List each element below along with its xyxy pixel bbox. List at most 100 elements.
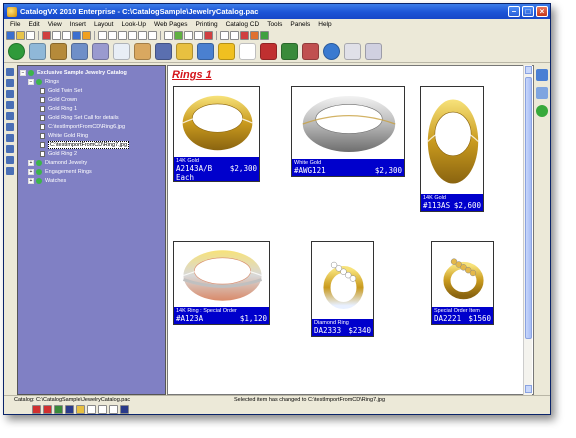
tree-item[interactable]: C:\testImportFromCD\Ring6.jpg bbox=[18, 122, 165, 131]
small-tool-icon[interactable] bbox=[220, 31, 229, 40]
minimize-button[interactable]: – bbox=[508, 6, 520, 17]
menu-item-tools[interactable]: Tools bbox=[263, 21, 286, 28]
menu-item-web-pages[interactable]: Web Pages bbox=[150, 21, 191, 28]
product-card[interactable]: White Gold #AWG121 $2,300 bbox=[291, 86, 405, 177]
home-icon[interactable] bbox=[8, 43, 25, 60]
layout-icon[interactable] bbox=[536, 87, 548, 99]
tree-item[interactable]: − Rings bbox=[18, 77, 165, 86]
scroll-thumb[interactable] bbox=[525, 77, 532, 339]
tree-item[interactable]: Gold Ring 1 bbox=[18, 104, 165, 113]
bottom-tool-icon[interactable] bbox=[43, 405, 52, 414]
small-tool-icon[interactable] bbox=[82, 31, 91, 40]
side-tool-icon[interactable] bbox=[6, 145, 14, 153]
tools-icon[interactable] bbox=[50, 43, 67, 60]
bottom-tool-icon[interactable] bbox=[32, 405, 41, 414]
small-tool-icon[interactable] bbox=[138, 31, 147, 40]
small-tool-icon[interactable] bbox=[260, 31, 269, 40]
catalog-book-icon[interactable] bbox=[29, 43, 46, 60]
tree-item[interactable]: Gold Ring Set Call for details bbox=[18, 113, 165, 122]
side-tool-icon[interactable] bbox=[6, 101, 14, 109]
bottom-tool-icon[interactable] bbox=[120, 405, 129, 414]
menu-item-panels[interactable]: Panels bbox=[286, 21, 314, 28]
bottom-tool-icon[interactable] bbox=[65, 405, 74, 414]
menu-item-view[interactable]: View bbox=[44, 21, 66, 28]
menu-item-catalog-cd[interactable]: Catalog CD bbox=[222, 21, 264, 28]
tree-item[interactable]: Gold Ring 2 bbox=[18, 149, 165, 158]
tree-root[interactable]: − Exclusive Sample Jewelry Catalog bbox=[18, 68, 165, 77]
web-icon[interactable] bbox=[323, 43, 340, 60]
product-card[interactable]: Diamond Ring DA2333 $2340 bbox=[311, 241, 374, 337]
small-tool-icon[interactable] bbox=[240, 31, 249, 40]
folder-icon[interactable] bbox=[197, 43, 214, 60]
help-icon[interactable] bbox=[365, 43, 382, 60]
side-tool-icon[interactable] bbox=[6, 156, 14, 164]
side-tool-icon[interactable] bbox=[6, 68, 14, 76]
expand-icon[interactable]: + bbox=[28, 159, 34, 166]
menu-item-edit[interactable]: Edit bbox=[24, 21, 43, 28]
small-tool-icon[interactable] bbox=[194, 31, 203, 40]
save-icon[interactable] bbox=[155, 43, 172, 60]
new-page-icon[interactable] bbox=[113, 43, 130, 60]
scroll-down-icon[interactable] bbox=[525, 385, 532, 393]
product-card[interactable]: 14K Ring : Special Order #A123A $1,120 bbox=[173, 241, 270, 325]
expand-icon[interactable]: + bbox=[28, 168, 34, 175]
small-tool-icon[interactable] bbox=[184, 31, 193, 40]
catalog-tree[interactable]: − Exclusive Sample Jewelry Catalog − Ring… bbox=[17, 65, 166, 395]
menu-item-insert[interactable]: Insert bbox=[66, 21, 90, 28]
bottom-tool-icon[interactable] bbox=[109, 405, 118, 414]
small-tool-icon[interactable] bbox=[6, 31, 15, 40]
maximize-button[interactable]: □ bbox=[522, 6, 534, 17]
close-button[interactable]: × bbox=[536, 6, 548, 17]
small-tool-icon[interactable] bbox=[128, 31, 137, 40]
product-card[interactable]: 14K Gold #113AS $2,600 bbox=[420, 86, 484, 212]
small-tool-icon[interactable] bbox=[98, 31, 107, 40]
scroll-up-icon[interactable] bbox=[525, 66, 532, 74]
menu-item-layout[interactable]: Layout bbox=[90, 21, 118, 28]
catalog-page-canvas[interactable]: Rings 1 14K Gold A2143A/B $2,300 Each White … bbox=[167, 65, 534, 395]
small-tool-icon[interactable] bbox=[204, 31, 213, 40]
tree-item[interactable]: Gold Crown bbox=[18, 95, 165, 104]
basket-icon[interactable] bbox=[302, 43, 319, 60]
tree-item[interactable]: + Diamond Jewelry bbox=[18, 158, 165, 167]
tree-item[interactable]: + Watches bbox=[18, 176, 165, 185]
print-icon[interactable] bbox=[134, 43, 151, 60]
small-tool-icon[interactable] bbox=[62, 31, 71, 40]
title-bar[interactable]: CatalogVX 2010 Enterprise - C:\CatalogSa… bbox=[4, 4, 550, 19]
small-tool-icon[interactable] bbox=[164, 31, 173, 40]
small-tool-icon[interactable] bbox=[174, 31, 183, 40]
product-card[interactable]: Special Order Item DA2221 $1560 bbox=[431, 241, 494, 325]
menu-item-help[interactable]: Help bbox=[314, 21, 335, 28]
side-tool-icon[interactable] bbox=[6, 79, 14, 87]
gift-icon[interactable] bbox=[260, 43, 277, 60]
book-icon[interactable] bbox=[218, 43, 235, 60]
bottom-tool-icon[interactable] bbox=[76, 405, 85, 414]
tree-item[interactable]: White Gold Ring bbox=[18, 131, 165, 140]
cd-icon[interactable] bbox=[344, 43, 361, 60]
small-tool-icon[interactable] bbox=[72, 31, 81, 40]
import-icon[interactable] bbox=[71, 43, 88, 60]
vertical-scrollbar[interactable] bbox=[523, 65, 532, 395]
small-tool-icon[interactable] bbox=[250, 31, 259, 40]
collapse-icon[interactable]: − bbox=[28, 78, 34, 85]
side-tool-icon[interactable] bbox=[6, 112, 14, 120]
small-tool-icon[interactable] bbox=[118, 31, 127, 40]
collapse-icon[interactable]: − bbox=[20, 69, 26, 76]
small-tool-icon[interactable] bbox=[42, 31, 51, 40]
side-tool-icon[interactable] bbox=[6, 134, 14, 142]
document-icon[interactable] bbox=[239, 43, 256, 60]
menu-item-look-up[interactable]: Look-Up bbox=[117, 21, 150, 28]
small-tool-icon[interactable] bbox=[108, 31, 117, 40]
menu-item-file[interactable]: File bbox=[6, 21, 24, 28]
small-tool-icon[interactable] bbox=[26, 31, 35, 40]
side-tool-icon[interactable] bbox=[6, 123, 14, 131]
small-tool-icon[interactable] bbox=[148, 31, 157, 40]
tree-item[interactable]: Gold Twin Set bbox=[18, 86, 165, 95]
product-card[interactable]: 14K Gold A2143A/B $2,300 Each bbox=[173, 86, 260, 182]
bottom-tool-icon[interactable] bbox=[98, 405, 107, 414]
small-tool-icon[interactable] bbox=[52, 31, 61, 40]
menu-item-printing[interactable]: Printing bbox=[192, 21, 222, 28]
small-tool-icon[interactable] bbox=[16, 31, 25, 40]
bottom-tool-icon[interactable] bbox=[54, 405, 63, 414]
tree-item[interactable]: + Engagement Rings bbox=[18, 167, 165, 176]
export-icon[interactable] bbox=[281, 43, 298, 60]
